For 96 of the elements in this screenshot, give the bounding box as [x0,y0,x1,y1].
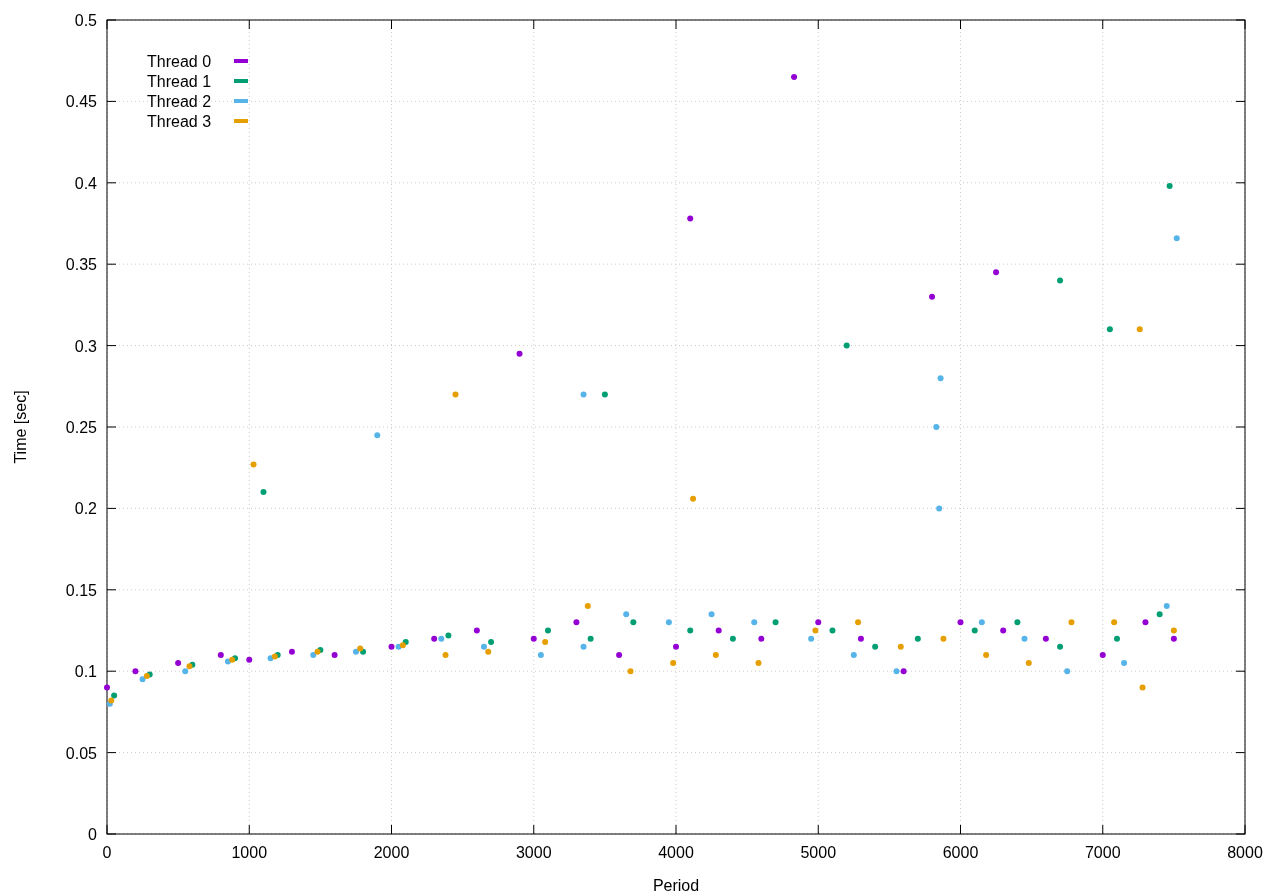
data-point [1111,619,1118,626]
legend-label: Thread 1 [147,73,212,90]
tick-label: 0.45 [65,93,97,111]
legend-label: Thread 3 [147,113,212,130]
data-point [1166,183,1173,190]
data-point [1014,619,1021,626]
data-point [1025,660,1032,667]
data-point [1139,684,1146,691]
legend-label: Thread 0 [147,53,212,70]
tick-label: 0.3 [74,337,97,355]
data-point [712,651,719,658]
data-point [687,215,694,222]
data-point [687,627,694,634]
tick-label: 0.4 [74,174,97,192]
data-point [1021,635,1028,642]
data-point [1121,660,1128,667]
tick-label: 5000 [800,844,837,861]
data-point [829,627,836,634]
tick-label: 0.35 [65,256,97,274]
x-axis-label: Period [652,877,700,894]
data-point [442,651,449,658]
data-point [1136,326,1143,333]
data-point [1042,635,1049,642]
legend-label: Thread 2 [147,93,212,110]
tick-label: 0.05 [65,744,97,762]
tick-label: 1000 [231,844,268,861]
data-point [665,619,672,626]
tick-label: 7000 [1084,844,1121,861]
data-point [542,638,549,645]
data-point [936,505,943,512]
data-point [843,342,850,349]
tick-label: 0.2 [74,500,97,518]
data-point [331,651,338,658]
data-point [772,619,779,626]
tick-label: 0.15 [65,581,97,599]
data-point [791,74,798,80]
data-point [1099,651,1106,658]
data-point [1173,235,1180,242]
data-point [627,668,634,675]
data-point [940,635,947,642]
data-point [1057,277,1064,284]
data-point [933,424,940,430]
data-point [957,619,964,626]
data-point [690,495,697,502]
tick-label: 0.5 [74,12,97,29]
data-point [729,635,736,642]
data-point [584,603,591,610]
y-axis-label: Time [sec] [12,390,29,464]
data-point [1113,635,1120,642]
data-point [983,651,990,658]
data-point [1106,326,1113,333]
data-point [374,432,381,439]
tick-label: 3000 [515,844,552,861]
data-point [1057,643,1064,650]
data-point [929,293,936,300]
tick-label: 0.1 [74,663,97,681]
data-point [1064,668,1071,675]
data-point [452,391,459,398]
data-point [250,461,257,468]
data-point [670,660,677,667]
data-point [616,651,623,658]
data-point [855,619,862,626]
data-point [673,643,679,650]
data-point [857,635,864,642]
tick-label: 4000 [658,844,694,861]
tick-label: 0.25 [65,419,97,436]
data-point [537,651,544,658]
data-point [288,648,295,655]
data-point [850,651,857,658]
data-point [580,391,587,398]
data-point [897,643,904,650]
data-point [751,619,758,626]
data-point [1068,619,1075,626]
data-point [755,660,762,667]
tick-label: 0 [102,844,112,861]
data-point [715,627,722,634]
data-point [473,627,480,634]
data-point [516,350,523,357]
data-point [758,635,765,642]
data-point [1000,627,1007,634]
data-point [246,656,253,663]
data-point [914,635,921,642]
data-point [937,375,944,382]
data-point [601,391,608,398]
tick-label: 6000 [942,844,979,861]
data-point [530,635,537,642]
data-point [545,627,551,634]
data-point [260,489,267,496]
data-point [708,611,715,618]
tick-label: 2000 [373,844,410,861]
data-point [1142,619,1149,626]
data-point [573,619,580,626]
tick-label: 0 [88,826,97,843]
data-point [872,643,879,650]
tick-label: 8000 [1227,844,1263,861]
data-point [993,269,1000,276]
